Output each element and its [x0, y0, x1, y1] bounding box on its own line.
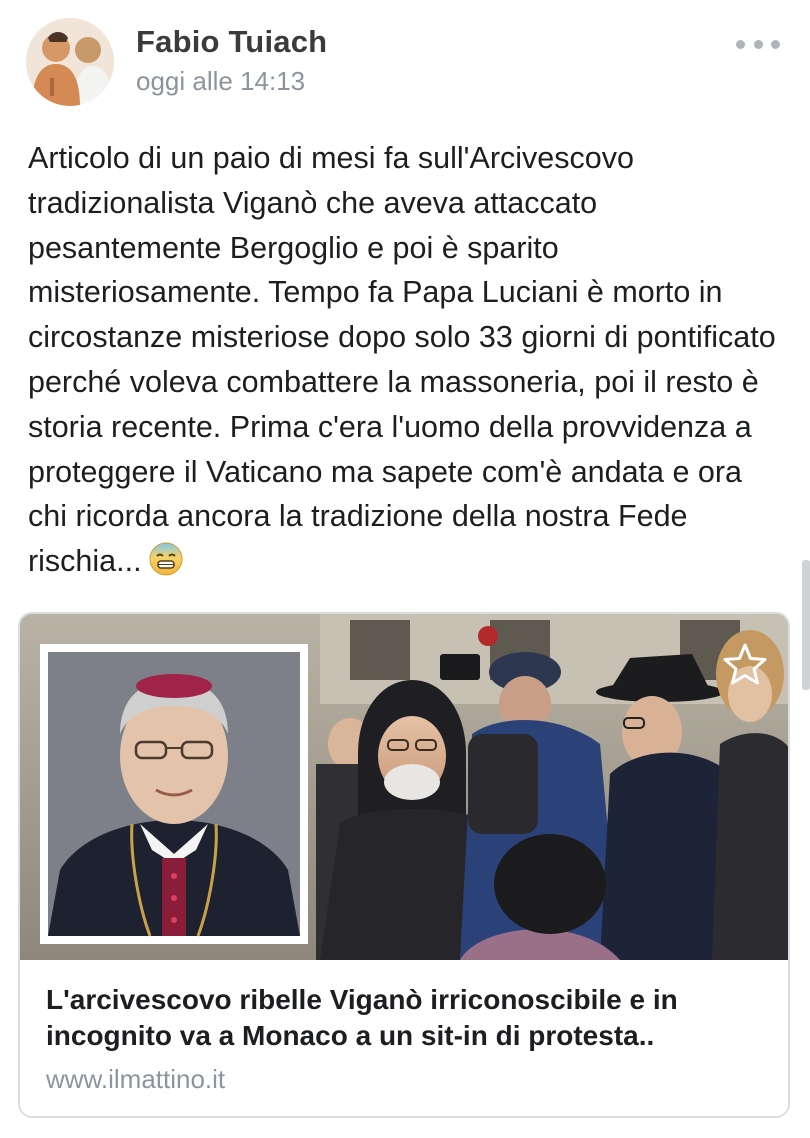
author-name[interactable]: Fabio Tuiach	[136, 24, 327, 60]
post-text: Articolo di un paio di mesi fa sull'Arci…	[28, 141, 776, 579]
link-preview-card[interactable]: L'arcivescovo ribelle Viganò irriconosci…	[18, 612, 790, 1118]
link-preview-title[interactable]: L'arcivescovo ribelle Viganò irriconosci…	[46, 982, 766, 1054]
post-timestamp[interactable]: oggi alle 14:13	[136, 66, 305, 97]
link-preview-image[interactable]	[20, 614, 788, 960]
star-icon[interactable]	[720, 640, 770, 690]
more-dot	[753, 39, 763, 49]
post-body: Articolo di un paio di mesi fa sull'Arci…	[28, 136, 788, 584]
avatar[interactable]	[26, 18, 114, 106]
link-preview-caption[interactable]: L'arcivescovo ribelle Viganò irriconosci…	[20, 960, 788, 1116]
link-preview-domain: www.ilmattino.it	[46, 1064, 226, 1094]
more-dots-icon	[736, 39, 745, 49]
scrollbar[interactable]	[802, 560, 810, 690]
post-header: Fabio Tuiach oggi alle 14:13	[0, 0, 810, 120]
more-options-button[interactable]	[736, 30, 780, 58]
more-dot	[771, 39, 780, 49]
worried-sweat-emoji-icon	[148, 541, 184, 577]
